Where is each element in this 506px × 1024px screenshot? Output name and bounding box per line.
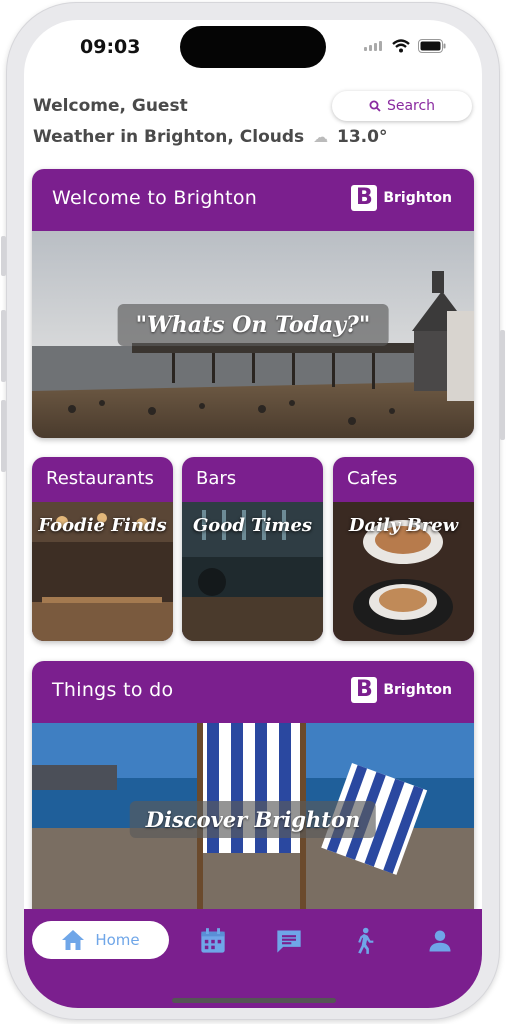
signal-icon xyxy=(364,41,382,51)
status-bar: 09:03 xyxy=(24,20,482,74)
things-to-do-card[interactable]: Things to do B Brighton Discover Brighto… xyxy=(32,661,474,931)
dynamic-island xyxy=(180,26,326,68)
weather-text: Weather in Brighton, Clouds xyxy=(33,127,305,147)
bottom-nav: Home xyxy=(24,909,482,1008)
home-icon xyxy=(62,930,85,950)
cloud-icon: ☁ xyxy=(313,128,329,146)
wifi-icon xyxy=(392,39,410,53)
chat-icon[interactable] xyxy=(275,927,303,955)
beach-photo: Discover Brighton xyxy=(32,723,474,931)
welcome-card-title: Welcome to Brighton xyxy=(52,187,258,209)
search-button[interactable]: Search xyxy=(332,91,472,121)
battery-icon xyxy=(418,39,446,53)
whats-on-label: "Whats On Today?" xyxy=(117,304,389,346)
bars-overlay: Good Times xyxy=(192,515,313,536)
bars-title: Bars xyxy=(196,468,237,489)
restaurants-card[interactable]: Restaurants Foodie Finds xyxy=(32,457,173,641)
cafes-card[interactable]: Cafes Daily Brew xyxy=(333,457,474,641)
brand-logo: B Brighton xyxy=(351,185,452,211)
status-icons xyxy=(364,39,446,53)
nav-home-label: Home xyxy=(95,931,140,949)
brand-b-icon: B xyxy=(351,185,378,211)
mute-switch xyxy=(1,236,6,276)
restaurants-title: Restaurants xyxy=(46,468,154,489)
person-icon[interactable] xyxy=(426,927,454,955)
status-time: 09:03 xyxy=(80,36,141,58)
weather-line: Weather in Brighton, Clouds ☁ 13.0° xyxy=(33,127,387,147)
brand-name: Brighton xyxy=(383,682,452,698)
temperature: 13.0° xyxy=(337,127,388,147)
cafes-title: Cafes xyxy=(347,468,398,489)
walking-icon[interactable] xyxy=(350,927,378,955)
things-brand-logo: B Brighton xyxy=(351,677,452,703)
power-button xyxy=(500,330,505,440)
nav-home-tab[interactable]: Home xyxy=(32,921,169,959)
cafes-overlay: Daily Brew xyxy=(348,515,459,536)
volume-up-button xyxy=(1,310,6,382)
welcome-text: Welcome, Guest xyxy=(33,96,188,116)
things-card-title: Things to do xyxy=(52,679,174,701)
volume-down-button xyxy=(1,400,6,472)
search-icon xyxy=(369,100,381,112)
calendar-icon[interactable] xyxy=(199,927,227,955)
search-label: Search xyxy=(386,98,436,114)
restaurants-overlay: Foodie Finds xyxy=(38,515,167,536)
welcome-card-header: Welcome to Brighton B Brighton xyxy=(32,169,474,231)
app-screen: 09:03 Welcome, Guest Weather in Brighton… xyxy=(24,20,482,1008)
bars-card[interactable]: Bars Good Times xyxy=(182,457,323,641)
discover-label: Discover Brighton xyxy=(129,801,377,838)
welcome-card[interactable]: Welcome to Brighton B Brighton "Whats On… xyxy=(32,169,474,438)
home-indicator xyxy=(172,998,336,1003)
things-card-header: Things to do B Brighton xyxy=(32,661,474,723)
brand-name: Brighton xyxy=(383,190,452,206)
pier-photo: "Whats On Today?" xyxy=(32,231,474,438)
brand-b-icon: B xyxy=(351,677,378,703)
